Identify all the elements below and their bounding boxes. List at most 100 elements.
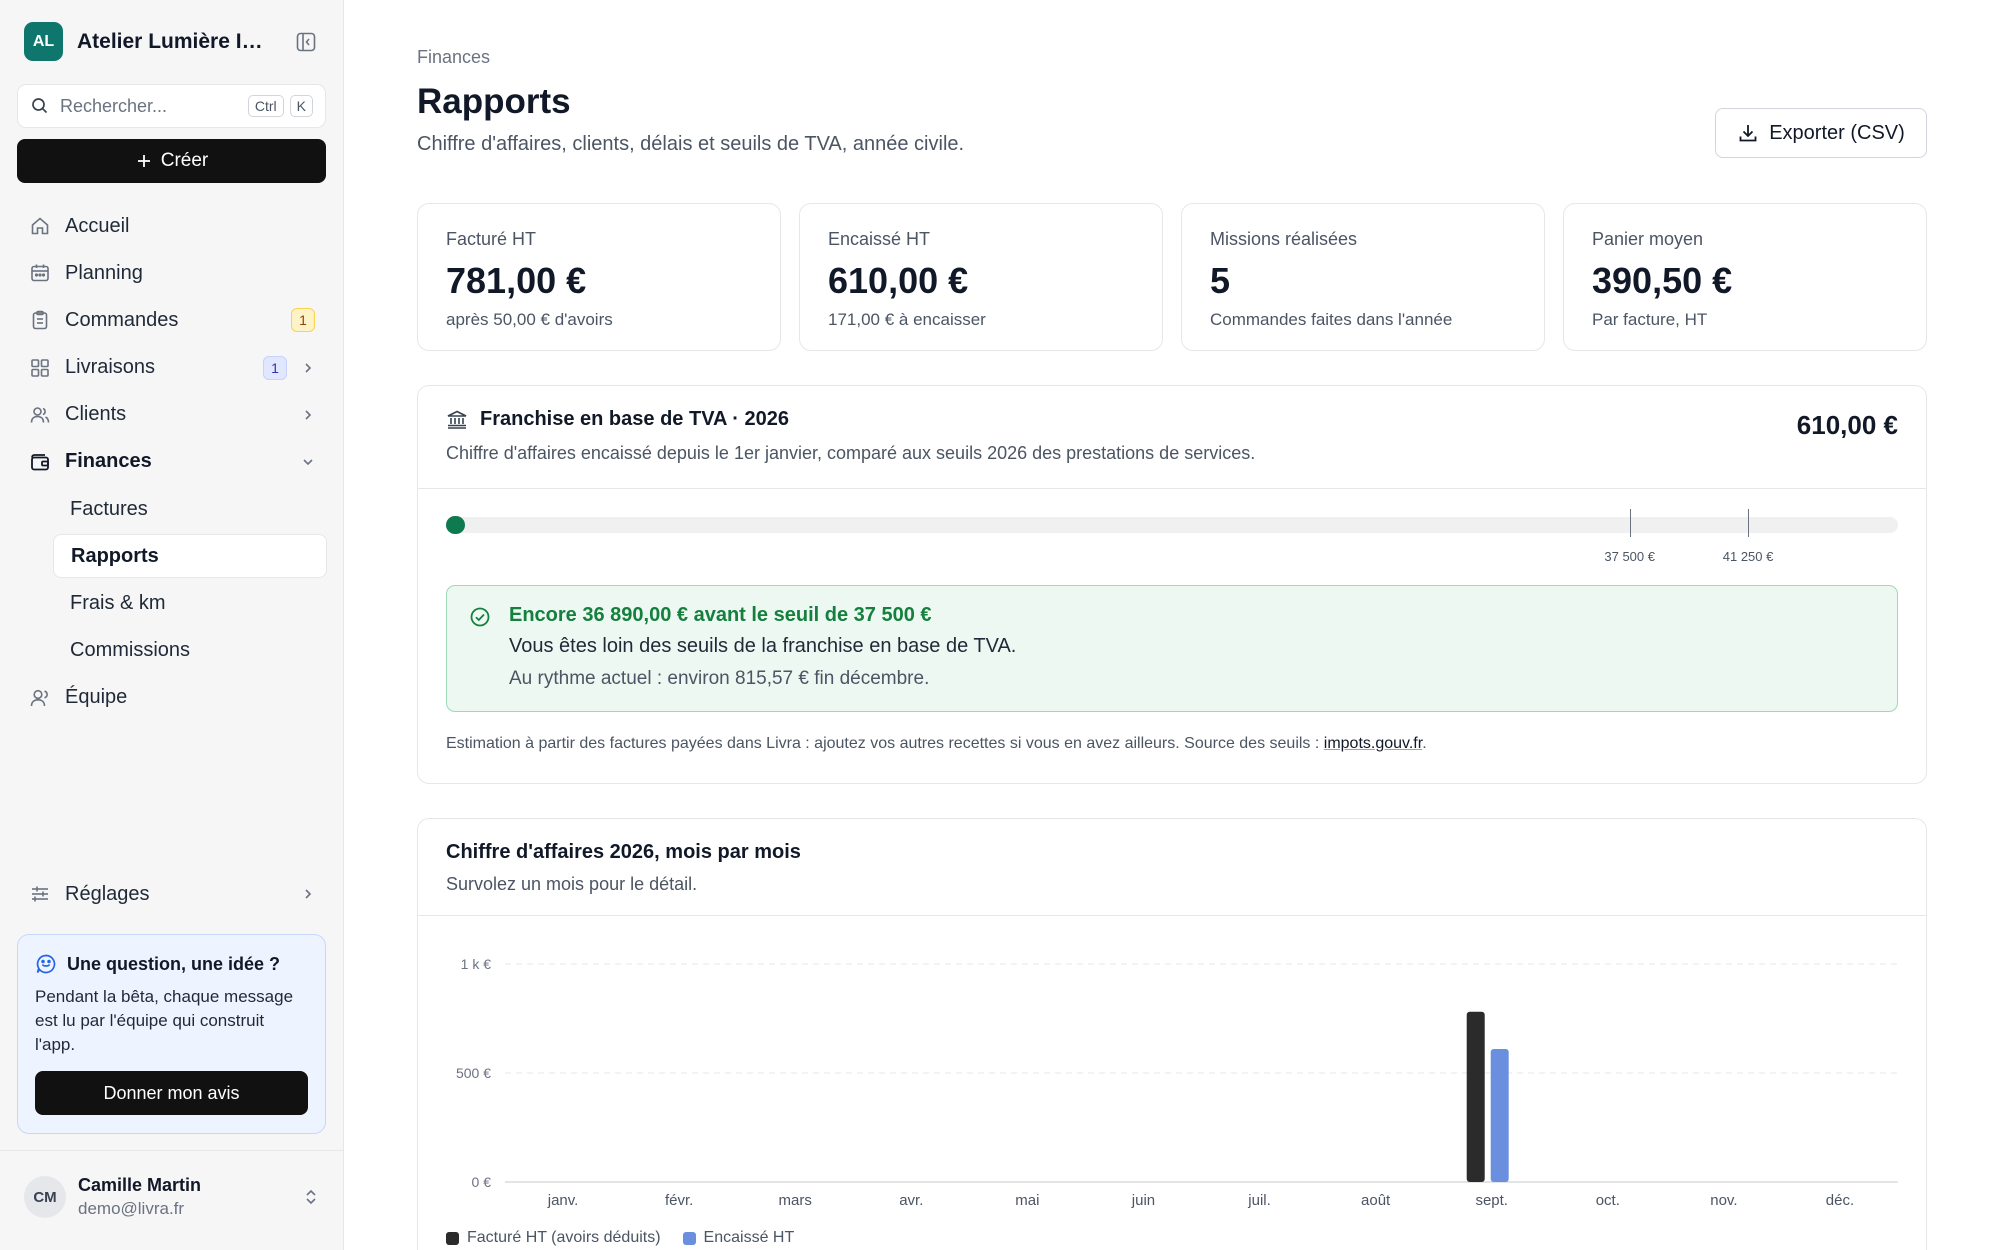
sidebar-item-planning[interactable]: Planning <box>17 251 327 295</box>
vat-description: Chiffre d'affaires encaissé depuis le 1e… <box>446 443 1256 463</box>
x-tick-label: mai <box>1015 1192 1039 1209</box>
sidebar-item-finances[interactable]: Finances <box>17 440 327 484</box>
vat-footnote-end: . <box>1422 735 1427 752</box>
create-button-label: Créer <box>160 150 209 171</box>
grid-icon <box>31 358 49 377</box>
page-subtitle: Chiffre d'affaires, clients, délais et s… <box>417 133 965 155</box>
page-title: Rapports <box>417 82 571 121</box>
x-tick-label: déc. <box>1826 1192 1854 1209</box>
workspace-name: Atelier Lumière Im... <box>77 29 273 53</box>
chevron-right-icon[interactable] <box>301 361 315 375</box>
bank-icon <box>447 410 467 429</box>
sidebar-item-reports[interactable]: Rapports <box>53 534 327 579</box>
feedback-title: Une question, une idée ? <box>67 953 281 974</box>
vat-footnote-text: Estimation à partir des factures payées … <box>446 735 1324 752</box>
workspace-switcher[interactable]: AL Atelier Lumière Im... <box>24 22 320 61</box>
sliders-icon <box>32 886 48 902</box>
progress-track <box>446 517 1898 533</box>
create-button[interactable]: Créer <box>17 139 326 183</box>
threshold-marker <box>1748 509 1750 537</box>
kpi-card-invoiced: Facturé HT 781,00 € après 50,00 € d'avoi… <box>417 203 781 351</box>
clipboard-icon <box>32 311 48 330</box>
sidebar-item-invoices[interactable]: Factures <box>53 487 327 531</box>
divider <box>0 1150 344 1151</box>
sidebar-item-label: Finances <box>65 450 152 473</box>
chevron-down-icon[interactable] <box>301 455 315 469</box>
legend-label: Encaissé HT <box>703 1229 795 1246</box>
threshold-label: 37 500 € <box>1604 549 1655 564</box>
bar-collected[interactable] <box>1490 1049 1509 1182</box>
kpi-label: Facturé HT <box>446 229 537 249</box>
sidebar-item-label: Clients <box>65 403 127 426</box>
sidebar-item-home[interactable]: Accueil <box>17 204 327 248</box>
search-input[interactable] <box>60 95 220 117</box>
user-icon <box>30 689 48 706</box>
vat-threshold-card: Franchise en base de TVA · 2026 Chiffre … <box>417 385 1927 784</box>
chevron-right-icon[interactable] <box>301 887 315 901</box>
workspace-avatar: AL <box>24 22 63 61</box>
export-csv-button[interactable]: Exporter (CSV) <box>1715 108 1927 158</box>
legend-item-collected[interactable]: Encaissé HT <box>682 1229 795 1247</box>
wallet-icon <box>31 454 49 471</box>
vat-footnote: Estimation à partir des factures payées … <box>446 735 1427 753</box>
threshold-label: 41 250 € <box>1722 549 1774 564</box>
sidebar-item-team[interactable]: Équipe <box>17 676 327 720</box>
user-email: demo@livra.fr <box>78 1199 185 1218</box>
chart-legend: Facturé HT (avoirs déduits) Encaissé HT <box>446 1229 794 1247</box>
sidebar-item-orders[interactable]: Commandes 1 <box>17 298 327 342</box>
monthly-revenue-chart[interactable]: 0 € 500 € 1 k € janv. févr. mars avr. mai juin ju… <box>418 917 1926 1227</box>
collapse-sidebar-button[interactable] <box>292 28 320 56</box>
avatar: CM <box>24 1176 66 1218</box>
sidebar-item-expenses[interactable]: Frais & km <box>53 582 327 626</box>
monthly-revenue-card: Chiffre d'affaires 2026, mois par mois S… <box>417 818 1927 1250</box>
y-tick-label: 1 k € <box>461 956 492 972</box>
kbd-ctrl: Ctrl <box>247 95 284 117</box>
sidebar-item-commissions[interactable]: Commissions <box>53 629 327 673</box>
kpi-card-average-basket: Panier moyen 390,50 € Par facture, HT <box>1563 203 1927 351</box>
sidebar: AL Atelier Lumière Im... Ctrl K Créer Ac… <box>0 0 344 1250</box>
plus-icon <box>137 155 150 167</box>
calendar-icon <box>31 264 49 282</box>
chevron-right-icon[interactable] <box>301 408 315 422</box>
x-tick-label: juin <box>1131 1192 1155 1209</box>
legend-item-invoiced[interactable]: Facturé HT (avoirs déduits) <box>446 1229 661 1247</box>
breadcrumb[interactable]: Finances <box>417 47 490 68</box>
x-tick-label: janv. <box>547 1192 579 1209</box>
chevron-up-down-icon[interactable] <box>302 1188 320 1206</box>
vat-status-title: Encore 36 890,00 € avant le seuil de 37 … <box>509 604 932 626</box>
kpi-note: après 50,00 € d'avoirs <box>446 310 613 329</box>
kpi-value: 610,00 € <box>828 260 969 301</box>
sidebar-item-clients[interactable]: Clients <box>17 393 327 437</box>
impots-link[interactable]: impots.gouv.fr <box>1324 735 1422 752</box>
user-menu[interactable]: CM Camille Martin demo@livra.fr <box>24 1175 320 1219</box>
kpi-value: 781,00 € <box>446 260 587 301</box>
finances-submenu: Factures Rapports Frais & km Commissions <box>17 487 327 673</box>
give-feedback-button[interactable]: Donner mon avis <box>35 1071 308 1115</box>
home-icon <box>31 217 49 235</box>
kpi-value: 5 <box>1210 260 1231 301</box>
kpi-note: 171,00 € à encaisser <box>828 310 986 329</box>
vat-status-line: Vous êtes loin des seuils de la franchis… <box>509 635 1017 657</box>
x-tick-label: juil. <box>1247 1192 1271 1209</box>
legend-label: Facturé HT (avoirs déduits) <box>467 1229 661 1246</box>
kpi-label: Encaissé HT <box>828 229 931 249</box>
kbd-k: K <box>289 95 313 117</box>
bar-invoiced[interactable] <box>1466 1011 1485 1182</box>
chart-title: Chiffre d'affaires 2026, mois par mois <box>446 841 801 863</box>
sidebar-toggle-icon <box>296 32 316 51</box>
y-tick-label: 500 € <box>456 1065 491 1081</box>
sidebar-item-deliveries[interactable]: Livraisons 1 <box>17 346 327 390</box>
x-tick-label: oct. <box>1596 1192 1620 1209</box>
settings-nav: Réglages <box>17 872 327 919</box>
sidebar-item-settings[interactable]: Réglages <box>17 872 327 916</box>
x-tick-label: nov. <box>1710 1192 1737 1209</box>
vat-status-projection: Au rythme actuel : environ 815,57 € fin … <box>509 668 930 689</box>
feedback-text: Pendant la bêta, chaque message est lu p… <box>35 987 294 1054</box>
sidebar-item-label: Réglages <box>65 882 150 905</box>
search-box[interactable]: Ctrl K <box>17 84 326 128</box>
kpi-label: Missions réalisées <box>1210 229 1358 249</box>
chart-subtitle: Survolez un mois pour le détail. <box>446 874 698 894</box>
kpi-card-missions: Missions réalisées 5 Commandes faites da… <box>1181 203 1545 351</box>
main-nav: Accueil Planning Commandes 1 Livraisons … <box>17 204 327 723</box>
sidebar-item-label: Livraisons <box>65 356 156 379</box>
